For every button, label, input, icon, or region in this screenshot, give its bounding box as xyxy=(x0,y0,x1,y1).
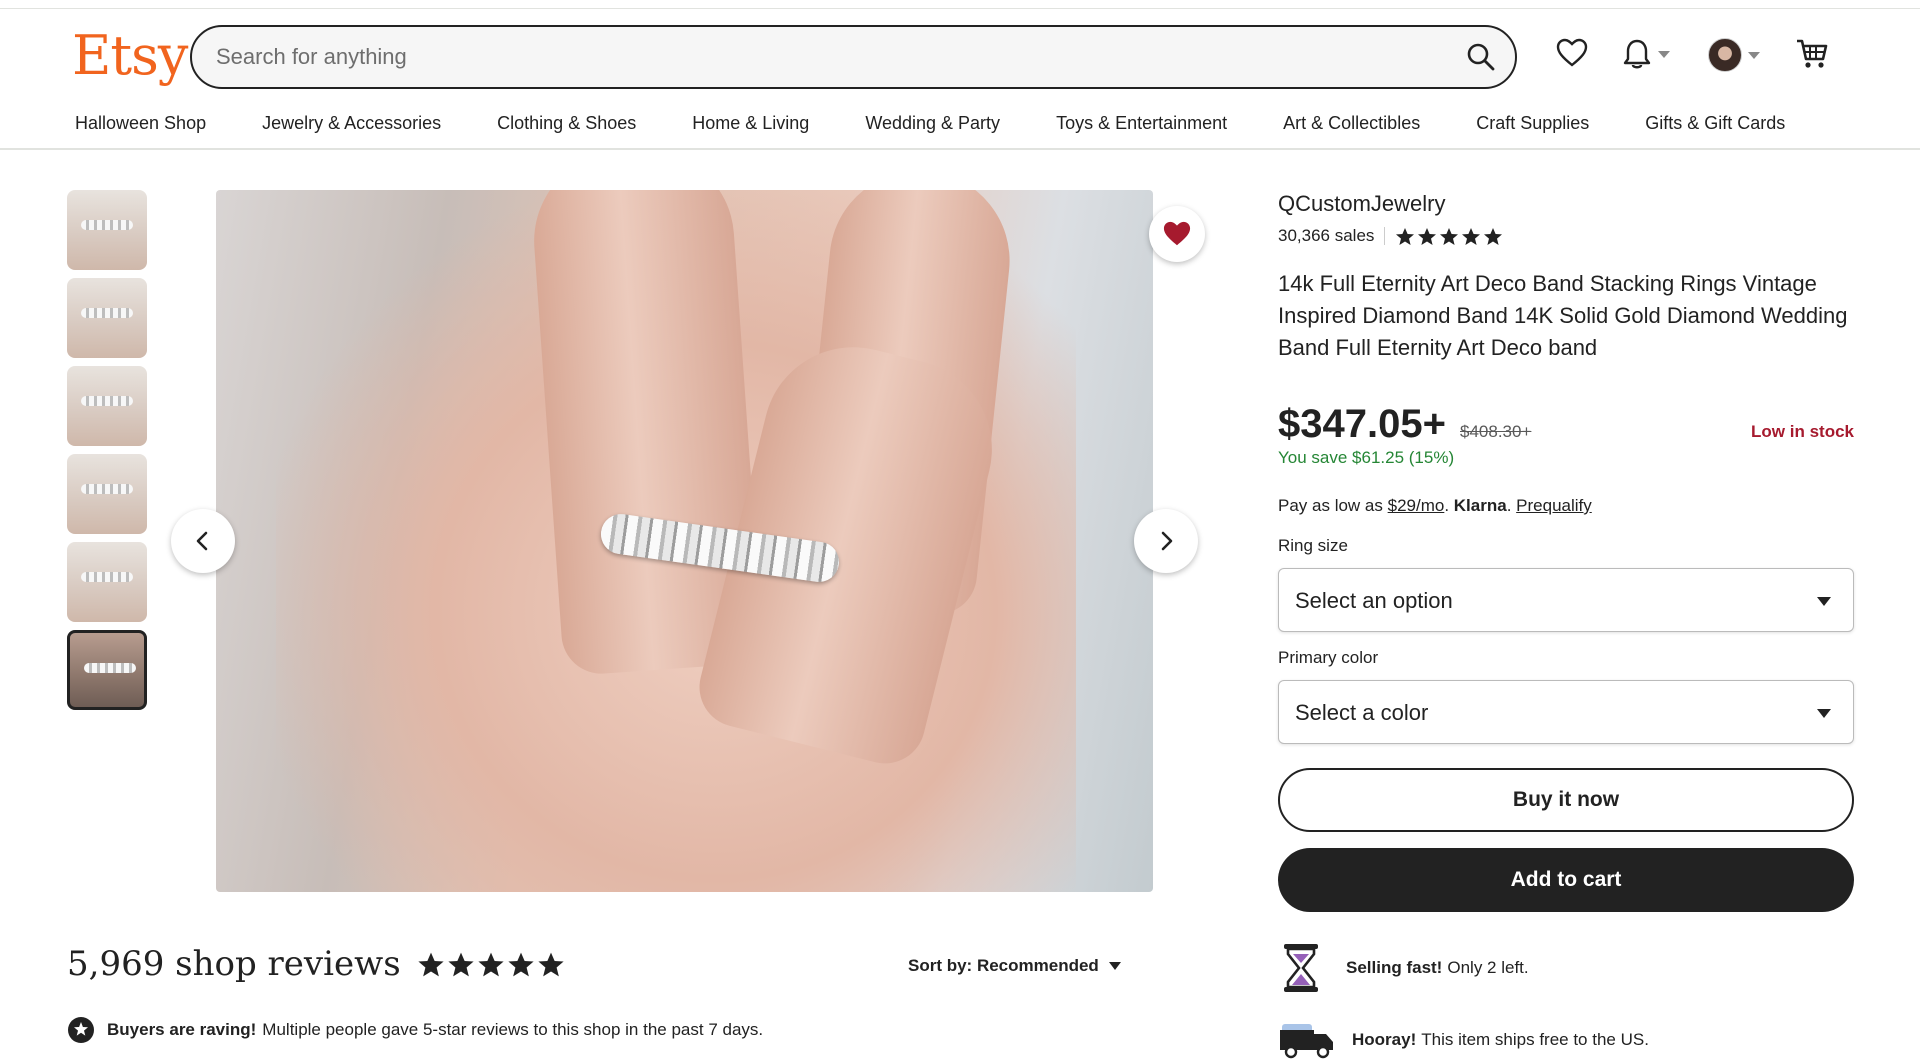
star-icon xyxy=(508,952,534,976)
notifications-button[interactable] xyxy=(1622,38,1670,70)
klarna-amount-link[interactable]: $29/mo xyxy=(1388,496,1445,515)
selling-fast-notice: Selling fast! Only 2 left. xyxy=(1278,942,1529,994)
klarna-payment-info: Pay as low as $29/mo. Klarna. Prequalify xyxy=(1278,496,1592,515)
search-bar[interactable] xyxy=(190,25,1517,89)
sort-label: Sort by: Recommended xyxy=(908,956,1099,975)
star-icon xyxy=(1418,227,1437,245)
search-input[interactable] xyxy=(216,27,1416,87)
shipping-text: This item ships free to the US. xyxy=(1421,1030,1649,1049)
gallery-thumbnail[interactable] xyxy=(67,454,147,534)
ring-size-label: Ring size xyxy=(1278,536,1348,555)
favorites-button[interactable] xyxy=(1556,38,1588,68)
star-icon xyxy=(478,952,504,976)
category-link[interactable]: Craft Supplies xyxy=(1476,110,1589,136)
shipping-bold: Hooray! xyxy=(1352,1030,1417,1049)
bell-icon xyxy=(1623,39,1651,69)
prequalify-link[interactable]: Prequalify xyxy=(1516,496,1592,515)
category-link[interactable]: Gifts & Gift Cards xyxy=(1645,110,1785,136)
category-nav: Halloween Shop Jewelry & Accessories Clo… xyxy=(75,110,1855,136)
sales-count: 30,366 sales xyxy=(1278,226,1375,245)
star-icon xyxy=(1396,227,1415,245)
reviews-rating-stars xyxy=(417,951,567,978)
favorite-listing-button[interactable] xyxy=(1149,206,1205,262)
savings-text: You save $61.25 (15%) xyxy=(1278,448,1455,467)
search-button[interactable] xyxy=(1465,41,1497,73)
price-row: $347.05+ $408.30+ Low in stock xyxy=(1278,402,1854,446)
dropdown-arrow-icon xyxy=(1817,597,1831,606)
shop-sales-rating: 30,366 sales xyxy=(1278,226,1854,246)
buyers-raving-notice: Buyers are raving! Multiple people gave … xyxy=(67,1016,763,1044)
category-link[interactable]: Clothing & Shoes xyxy=(497,110,636,136)
star-badge-icon xyxy=(68,1017,94,1043)
chevron-down-icon xyxy=(1658,50,1670,58)
klarna-logo: Klarna xyxy=(1453,496,1507,515)
raving-bold: Buyers are raving! xyxy=(107,1020,257,1039)
selling-fast-bold: Selling fast! xyxy=(1346,958,1443,977)
nav-divider xyxy=(0,148,1920,150)
cart-button[interactable] xyxy=(1795,38,1829,70)
hourglass-icon xyxy=(1284,944,1318,992)
search-icon xyxy=(1467,43,1495,71)
primary-color-select[interactable]: Select a color xyxy=(1278,680,1854,744)
divider xyxy=(1384,227,1386,245)
previous-image-button[interactable] xyxy=(171,509,235,573)
primary-color-value: Select a color xyxy=(1295,700,1429,725)
sort-reviews-dropdown[interactable]: Sort by: Recommended xyxy=(908,956,1121,976)
star-icon xyxy=(1440,227,1459,245)
shop-name-link[interactable]: QCustomJewelry xyxy=(1278,190,1854,218)
dropdown-arrow-icon xyxy=(1108,962,1121,970)
add-to-cart-button[interactable]: Add to cart xyxy=(1278,848,1854,912)
gallery-thumbnail[interactable] xyxy=(67,278,147,358)
primary-color-label: Primary color xyxy=(1278,648,1379,667)
stock-status: Low in stock xyxy=(1751,422,1854,441)
star-icon xyxy=(418,952,444,976)
ring-size-select[interactable]: Select an option xyxy=(1278,568,1854,632)
category-link[interactable]: Toys & Entertainment xyxy=(1056,110,1227,136)
raving-text: Multiple people gave 5-star reviews to t… xyxy=(262,1020,764,1039)
listing-details-panel: QCustomJewelry 30,366 sales 14k Full Ete… xyxy=(1278,190,1854,1059)
truck-icon xyxy=(1280,1024,1333,1059)
heart-outline-icon xyxy=(1556,38,1588,67)
star-icon xyxy=(1462,227,1481,245)
shop-rating-stars[interactable] xyxy=(1395,227,1505,246)
listing-main-image[interactable] xyxy=(216,190,1153,892)
star-icon xyxy=(1484,227,1503,245)
etsy-logo[interactable]: Etsy xyxy=(72,24,188,88)
category-link[interactable]: Wedding & Party xyxy=(865,110,1000,136)
chevron-left-icon xyxy=(196,531,208,551)
gallery-thumbnail[interactable] xyxy=(67,366,147,446)
cart-icon xyxy=(1797,39,1828,68)
free-shipping-notice: Hooray! This item ships free to the US. xyxy=(1278,1020,1649,1060)
listing-price: $347.05+ xyxy=(1278,402,1446,446)
gallery-thumbnail[interactable] xyxy=(67,190,147,270)
reviews-title: 5,969 shop reviews xyxy=(67,944,401,984)
heart-filled-icon xyxy=(1163,221,1191,246)
gallery-thumbnail[interactable] xyxy=(67,542,147,622)
account-menu[interactable] xyxy=(1708,38,1760,72)
category-link[interactable]: Jewelry & Accessories xyxy=(262,110,441,136)
avatar xyxy=(1708,38,1742,72)
reviews-header: 5,969 shop reviews xyxy=(67,944,567,984)
dropdown-arrow-icon xyxy=(1817,709,1831,718)
category-link[interactable]: Art & Collectibles xyxy=(1283,110,1420,136)
category-link[interactable]: Halloween Shop xyxy=(75,110,206,136)
ring-size-value: Select an option xyxy=(1295,588,1453,613)
browser-top-edge xyxy=(0,0,1920,9)
chevron-down-icon xyxy=(1748,51,1760,59)
original-price: $408.30+ xyxy=(1460,422,1532,441)
star-icon xyxy=(448,952,474,976)
chevron-right-icon xyxy=(1161,531,1173,551)
gallery-thumbnail-active[interactable] xyxy=(67,630,147,710)
next-image-button[interactable] xyxy=(1134,509,1198,573)
klarna-prefix: Pay as low as xyxy=(1278,496,1383,515)
category-link[interactable]: Home & Living xyxy=(692,110,809,136)
buy-it-now-button[interactable]: Buy it now xyxy=(1278,768,1854,832)
selling-fast-text: Only 2 left. xyxy=(1447,958,1529,977)
star-icon xyxy=(538,952,564,976)
listing-title: 14k Full Eternity Art Deco Band Stacking… xyxy=(1278,271,1848,360)
